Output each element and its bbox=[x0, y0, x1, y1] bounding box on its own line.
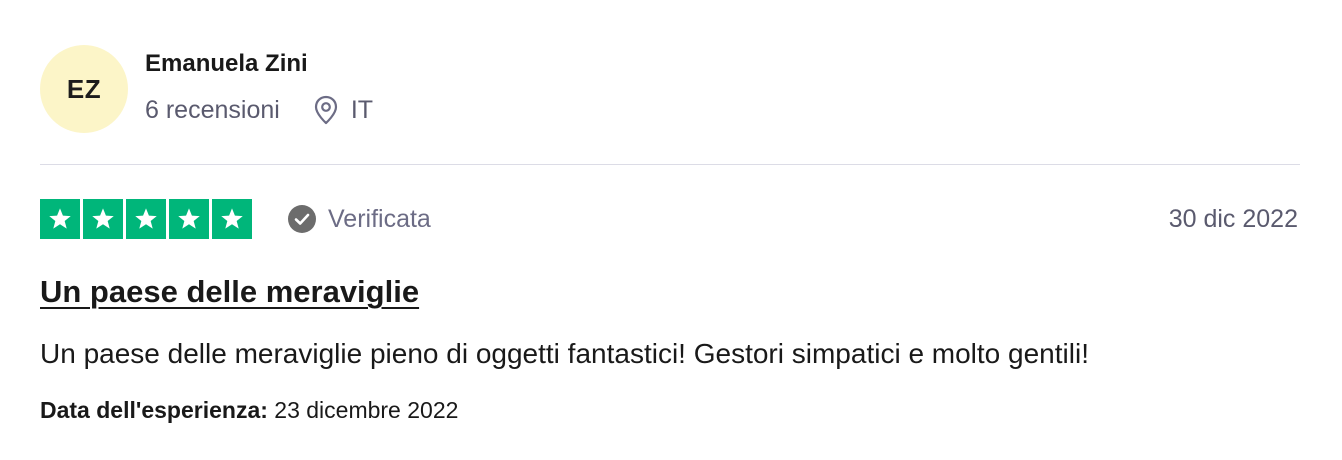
star-rating bbox=[40, 199, 252, 239]
review-date: 30 dic 2022 bbox=[1168, 205, 1298, 233]
review-card: EZ Emanuela Zini 6 recensioni IT Verific… bbox=[0, 0, 1342, 460]
reviewer-country: IT bbox=[350, 95, 374, 124]
experience-date: Data dell'esperienza: 23 dicembre 2022 bbox=[40, 397, 458, 424]
star-icon bbox=[169, 199, 209, 239]
divider bbox=[40, 164, 1300, 165]
reviewer-name[interactable]: Emanuela Zini bbox=[145, 50, 308, 78]
verified-badge[interactable]: Verificata bbox=[288, 203, 431, 235]
star-icon bbox=[212, 199, 252, 239]
star-icon bbox=[83, 199, 123, 239]
star-icon bbox=[126, 199, 166, 239]
check-circle-icon bbox=[288, 205, 316, 233]
review-body: Un paese delle meraviglie pieno di ogget… bbox=[40, 338, 1089, 369]
review-title-link[interactable]: Un paese delle meraviglie bbox=[40, 274, 419, 310]
reviewer-meta: 6 recensioni IT bbox=[145, 94, 373, 126]
experience-label: Data dell'esperienza: bbox=[40, 397, 268, 423]
star-icon bbox=[40, 199, 80, 239]
experience-value: 23 dicembre 2022 bbox=[274, 397, 459, 423]
reviews-count: 6 recensioni bbox=[145, 95, 280, 124]
avatar[interactable]: EZ bbox=[40, 45, 128, 133]
location-pin-icon bbox=[313, 95, 339, 125]
verified-label: Verificata bbox=[328, 204, 431, 233]
avatar-initials: EZ bbox=[66, 73, 102, 104]
